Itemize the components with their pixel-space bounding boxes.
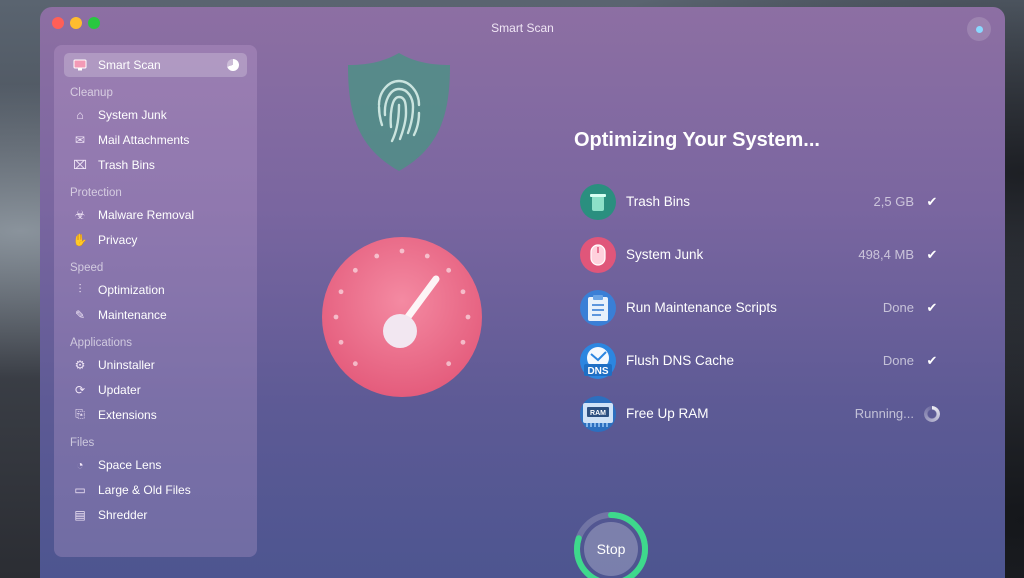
sidebar-item-label: Privacy <box>98 232 138 247</box>
sidebar-item-label: Optimization <box>98 282 165 297</box>
sidebar-item-label: Space Lens <box>98 457 162 472</box>
task-row: System Junk 498,4 MB ✔ <box>580 228 940 281</box>
hand-icon: ✋ <box>72 232 88 247</box>
shredder-icon: ▤ <box>74 507 86 522</box>
sidebar-item-label: Trash Bins <box>98 157 155 172</box>
wrench-icon: ✎ <box>74 307 86 322</box>
sidebar-item-maintenance[interactable]: ✎ Maintenance <box>64 302 247 327</box>
sidebar-item-uninstaller[interactable]: ⚙ Uninstaller <box>64 352 247 377</box>
task-list: Trash Bins 2,5 GB ✔ System Junk 498,4 MB ✔ Run… <box>580 175 940 440</box>
task-name: Free Up RAM <box>626 406 709 421</box>
page-heading: Optimizing Your System... <box>574 129 820 151</box>
updater-icon: ⟳ <box>74 382 86 397</box>
window-title: Smart Scan <box>491 21 554 35</box>
shield-fingerprint-icon <box>348 53 450 171</box>
mail-icon: ✉ <box>74 132 86 147</box>
sidebar-item-system-junk[interactable]: ⌂ System Junk <box>64 102 247 127</box>
system-junk-icon: ⌂ <box>76 107 84 122</box>
task-row: DNS Flush DNS Cache Done ✔ <box>580 334 940 387</box>
sidebar-item-privacy[interactable]: ✋ Privacy <box>64 227 247 252</box>
spinner-icon <box>924 405 940 422</box>
speedometer-icon <box>322 237 482 397</box>
sidebar-section-title: Speed <box>70 262 104 274</box>
app-window: Smart Scan Smart Scan Cleanup ⌂ System Jun… <box>40 7 1005 578</box>
sidebar-item-label: Large & Old Files <box>98 482 191 497</box>
sidebar-item-shredder[interactable]: ▤ Shredder <box>64 502 247 527</box>
task-status: 498,4 MB <box>858 247 914 262</box>
folder-icon: ▭ <box>74 482 86 497</box>
sidebar-item-smart-scan[interactable]: Smart Scan <box>64 53 247 77</box>
task-name: Trash Bins <box>626 194 691 209</box>
system-junk-icon <box>580 236 616 273</box>
assistant-icon <box>975 25 983 33</box>
stop-progress-ring: Stop <box>572 510 650 578</box>
sidebar-item-extensions[interactable]: ⎘ Extensions <box>64 402 247 427</box>
task-name: Run Maintenance Scripts <box>626 300 777 315</box>
trash-bin-icon <box>580 183 616 220</box>
assistant-button[interactable] <box>967 17 991 41</box>
sidebar-section-title: Protection <box>70 187 122 199</box>
sliders-icon: ⫶ <box>78 282 82 296</box>
sidebar-item-label: Updater <box>98 382 141 397</box>
checkmark-icon: ✔ <box>926 193 938 209</box>
svg-text:DNS: DNS <box>587 366 608 377</box>
task-row: Trash Bins 2,5 GB ✔ <box>580 175 940 228</box>
sidebar-item-label: Maintenance <box>98 307 167 322</box>
sidebar-item-label: Shredder <box>98 507 148 522</box>
checkmark-icon: ✔ <box>926 352 938 368</box>
checkmark-icon: ✔ <box>926 299 938 315</box>
biohazard-icon: ☣ <box>74 207 86 222</box>
sidebar-item-malware-removal[interactable]: ☣ Malware Removal <box>64 202 247 227</box>
sidebar-item-updater[interactable]: ⟳ Updater <box>64 377 247 402</box>
scan-progress-icon <box>227 59 239 71</box>
sidebar-item-label: Mail Attachments <box>98 132 190 147</box>
sidebar: Smart Scan Cleanup ⌂ System Junk ✉ Mail Atta… <box>54 45 257 557</box>
sidebar-item-label: Malware Removal <box>98 207 195 222</box>
sidebar-item-large-old-files[interactable]: ▭ Large & Old Files <box>64 477 247 502</box>
task-status: 2,5 GB <box>873 194 914 209</box>
task-name: Flush DNS Cache <box>626 353 735 368</box>
sidebar-item-space-lens[interactable]: ◔ Space Lens <box>64 452 247 477</box>
dns-icon: DNS <box>580 342 616 379</box>
trash-icon: ⌧ <box>73 157 87 172</box>
sidebar-item-label: Uninstaller <box>98 357 155 372</box>
sidebar-item-mail-attachments[interactable]: ✉ Mail Attachments <box>64 127 247 152</box>
sidebar-section-title: Files <box>70 437 95 449</box>
extensions-icon: ⎘ <box>75 407 85 421</box>
task-status: Done <box>882 300 914 315</box>
task-row: Run Maintenance Scripts Done ✔ <box>580 281 940 334</box>
monitor-icon <box>72 57 88 73</box>
svg-text:RAM: RAM <box>590 410 606 417</box>
sidebar-item-optimization[interactable]: ⫶ Optimization <box>64 277 247 302</box>
task-name: System Junk <box>626 247 704 262</box>
task-status: Running... <box>854 406 914 421</box>
sidebar-item-label: Smart Scan <box>98 58 161 72</box>
stop-button[interactable]: Stop <box>584 522 638 576</box>
sidebar-item-trash-bins[interactable]: ⌧ Trash Bins <box>64 152 247 177</box>
title-bar: Smart Scan <box>40 7 1005 41</box>
space-lens-icon: ◔ <box>76 457 84 472</box>
task-status: Done <box>882 353 914 368</box>
checkmark-icon: ✔ <box>926 246 938 262</box>
sidebar-item-label: Extensions <box>98 407 157 422</box>
clipboard-icon <box>580 289 616 326</box>
uninstaller-icon: ⚙ <box>74 357 86 372</box>
sidebar-item-label: System Junk <box>98 107 167 122</box>
task-row: RAM Free Up RAM Running... <box>580 387 940 440</box>
sidebar-section-title: Applications <box>70 337 133 349</box>
ram-icon: RAM <box>580 395 616 432</box>
sidebar-section-title: Cleanup <box>70 87 113 99</box>
